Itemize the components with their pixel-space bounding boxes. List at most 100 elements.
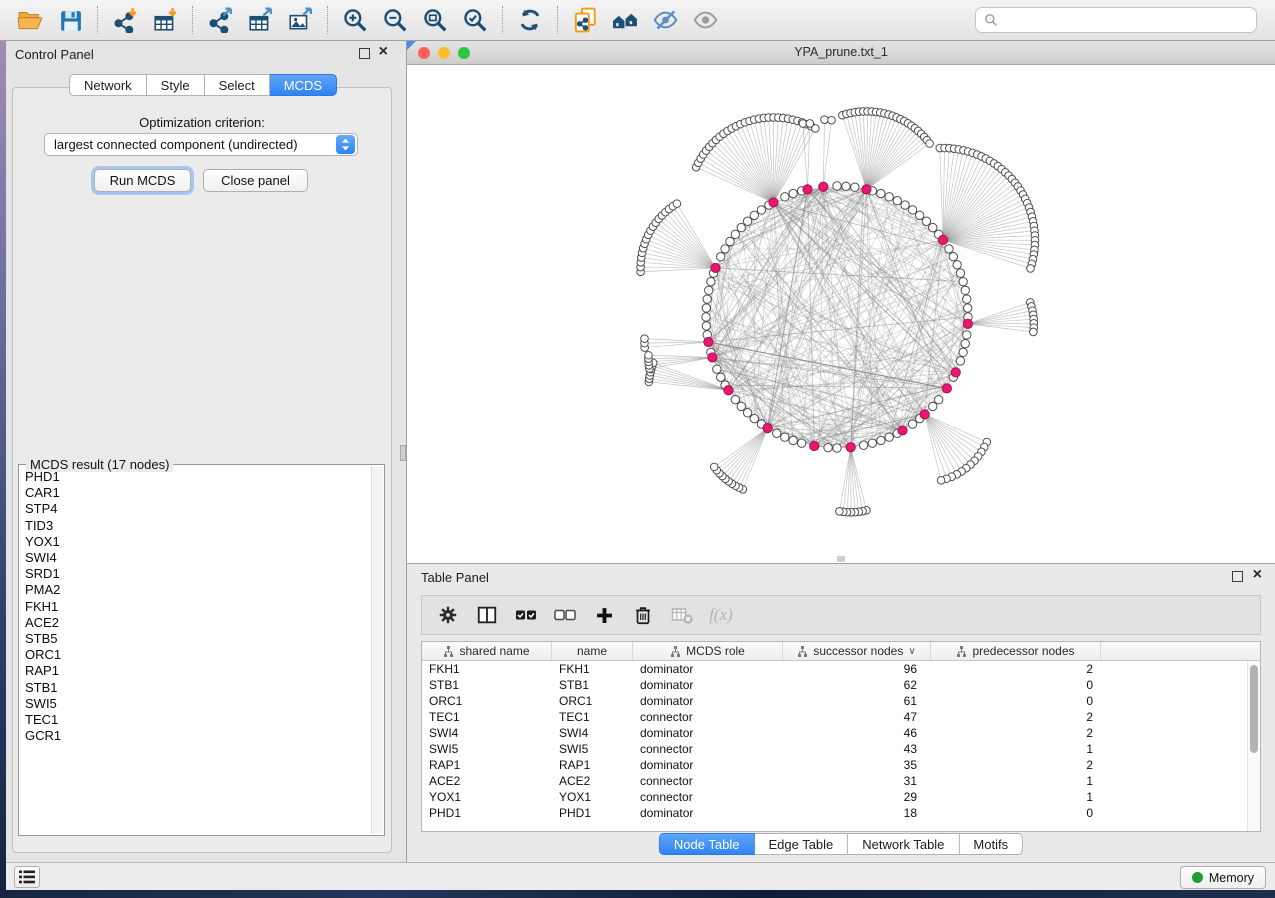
table-cell[interactable]: connector xyxy=(633,773,783,789)
delete-columns-button[interactable] xyxy=(630,602,656,628)
column-header-predecessor-nodes[interactable]: predecessor nodes xyxy=(931,642,1101,660)
table-cell[interactable]: connector xyxy=(633,789,783,805)
table-cell[interactable]: dominator xyxy=(633,693,783,709)
tab-mcds[interactable]: MCDS xyxy=(270,74,337,96)
table-tab-node-table[interactable]: Node Table xyxy=(659,833,755,855)
network-canvas[interactable] xyxy=(407,65,1275,563)
export-network-button[interactable] xyxy=(200,3,240,37)
mcds-result-item[interactable]: PMA2 xyxy=(20,582,371,598)
column-header-mcds-role[interactable]: MCDS role xyxy=(633,642,783,660)
table-cell[interactable]: 29 xyxy=(783,789,931,805)
table-cell[interactable]: connector xyxy=(633,709,783,725)
new-network-from-selection-button[interactable] xyxy=(565,3,605,37)
control-panel-close-icon[interactable]: × xyxy=(379,43,388,61)
table-cell[interactable]: SWI4 xyxy=(422,725,552,741)
table-cell[interactable]: 2 xyxy=(931,725,1101,741)
zoom-fit-button[interactable] xyxy=(415,3,455,37)
table-cell[interactable]: dominator xyxy=(633,677,783,693)
mcds-result-item[interactable]: ACE2 xyxy=(20,615,371,631)
table-cell[interactable]: FKH1 xyxy=(422,661,552,677)
table-tab-edge-table[interactable]: Edge Table xyxy=(754,833,848,855)
table-cell[interactable]: 43 xyxy=(783,741,931,757)
table-cell[interactable]: connector xyxy=(633,741,783,757)
zoom-selected-button[interactable] xyxy=(455,3,495,37)
table-cell[interactable]: 2 xyxy=(931,709,1101,725)
table-cell[interactable]: TEC1 xyxy=(552,709,633,725)
table-cell[interactable]: 47 xyxy=(783,709,931,725)
table-row[interactable]: FKH1FKH1dominator962 xyxy=(422,661,1260,677)
mcds-result-item[interactable]: GCR1 xyxy=(20,728,371,744)
table-cell[interactable]: 31 xyxy=(783,773,931,789)
table-row[interactable]: SWI5SWI5connector431 xyxy=(422,741,1260,757)
tab-network[interactable]: Network xyxy=(69,74,147,96)
table-cell[interactable]: STB1 xyxy=(552,677,633,693)
table-cell[interactable]: 96 xyxy=(783,661,931,677)
mcds-result-item[interactable]: TID3 xyxy=(20,518,371,534)
table-cell[interactable]: YOX1 xyxy=(552,789,633,805)
import-table-button[interactable] xyxy=(145,3,185,37)
table-cell[interactable]: dominator xyxy=(633,805,783,821)
mcds-result-item[interactable]: PHD1 xyxy=(20,469,371,485)
table-cell[interactable]: 0 xyxy=(931,677,1101,693)
table-row[interactable]: RAP1RAP1dominator352 xyxy=(422,757,1260,773)
table-row[interactable]: SWI4SWI4dominator462 xyxy=(422,725,1260,741)
vertical-splitter[interactable] xyxy=(400,41,407,862)
create-column-button[interactable] xyxy=(591,602,617,628)
column-header-shared-name[interactable]: shared name xyxy=(422,642,552,660)
mcds-result-item[interactable]: ORC1 xyxy=(20,647,371,663)
zoom-out-button[interactable] xyxy=(375,3,415,37)
mcds-result-item[interactable]: FKH1 xyxy=(20,599,371,615)
table-cell[interactable]: RAP1 xyxy=(422,757,552,773)
table-cell[interactable]: 35 xyxy=(783,757,931,773)
show-all-button[interactable] xyxy=(685,3,725,37)
table-cell[interactable]: 0 xyxy=(931,693,1101,709)
table-row[interactable]: PHD1PHD1dominator180 xyxy=(422,805,1260,821)
table-cell[interactable]: dominator xyxy=(633,725,783,741)
horizontal-splitter-grip[interactable] xyxy=(837,556,845,562)
table-cell[interactable]: ORC1 xyxy=(422,693,552,709)
mcds-result-item[interactable]: SWI5 xyxy=(20,696,371,712)
table-cell[interactable]: PHD1 xyxy=(552,805,633,821)
show-columns-button[interactable] xyxy=(474,602,500,628)
table-cell[interactable]: RAP1 xyxy=(552,757,633,773)
table-row[interactable]: TEC1TEC1connector472 xyxy=(422,709,1260,725)
table-cell[interactable]: 0 xyxy=(931,805,1101,821)
import-network-button[interactable] xyxy=(105,3,145,37)
mcds-result-item[interactable]: TEC1 xyxy=(20,712,371,728)
table-cell[interactable]: 18 xyxy=(783,805,931,821)
table-row[interactable]: STB1STB1dominator620 xyxy=(422,677,1260,693)
mcds-result-item[interactable]: STB1 xyxy=(20,680,371,696)
export-table-button[interactable] xyxy=(240,3,280,37)
table-tab-network-table[interactable]: Network Table xyxy=(848,833,959,855)
tab-select[interactable]: Select xyxy=(205,74,270,96)
table-tab-motifs[interactable]: Motifs xyxy=(959,833,1023,855)
mcds-result-item[interactable]: RAP1 xyxy=(20,663,371,679)
table-cell[interactable]: SWI4 xyxy=(552,725,633,741)
tab-style[interactable]: Style xyxy=(147,74,205,96)
mcds-result-item[interactable]: SRD1 xyxy=(20,566,371,582)
table-cell[interactable]: dominator xyxy=(633,661,783,677)
table-row[interactable]: ACE2ACE2connector311 xyxy=(422,773,1260,789)
close-panel-button[interactable]: Close panel xyxy=(203,169,308,192)
mcds-result-item[interactable]: YOX1 xyxy=(20,534,371,550)
search-input[interactable] xyxy=(1004,13,1248,28)
table-panel-close-icon[interactable]: × xyxy=(1253,566,1262,584)
table-row[interactable]: YOX1YOX1connector291 xyxy=(422,789,1260,805)
column-header-successor-nodes[interactable]: successor nodes∨ xyxy=(783,642,931,660)
table-cell[interactable]: SWI5 xyxy=(552,741,633,757)
save-session-button[interactable] xyxy=(50,3,90,37)
hide-selected-button[interactable] xyxy=(645,3,685,37)
delete-table-button[interactable] xyxy=(669,602,695,628)
table-cell[interactable]: PHD1 xyxy=(422,805,552,821)
table-cell[interactable]: ORC1 xyxy=(552,693,633,709)
table-cell[interactable]: 62 xyxy=(783,677,931,693)
table-cell[interactable]: dominator xyxy=(633,757,783,773)
function-builder-button[interactable]: f(x) xyxy=(708,602,734,628)
table-scrollbar[interactable] xyxy=(1247,661,1260,831)
table-cell[interactable]: YOX1 xyxy=(422,789,552,805)
apply-layout-button[interactable] xyxy=(510,3,550,37)
select-all-button[interactable] xyxy=(513,602,539,628)
table-cell[interactable]: ACE2 xyxy=(422,773,552,789)
first-neighbors-button[interactable] xyxy=(605,3,645,37)
mcds-result-scrollbar[interactable] xyxy=(371,466,383,834)
